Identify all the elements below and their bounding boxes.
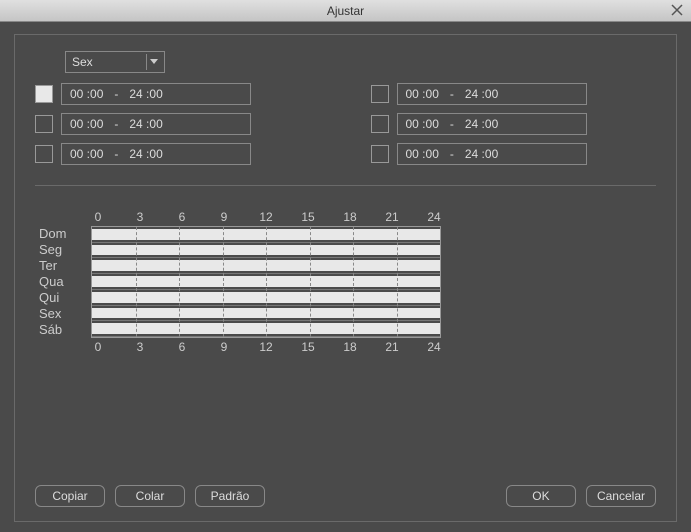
period-checkbox-4[interactable]: [371, 115, 389, 133]
period-time-4[interactable]: 00 :00 - 24 :00: [397, 113, 587, 135]
period-start: 00 :00: [406, 147, 439, 161]
tick: 12: [259, 210, 273, 224]
period-start: 00 :00: [70, 87, 103, 101]
ok-button[interactable]: OK: [506, 485, 576, 507]
period-checkbox-3[interactable]: [35, 115, 53, 133]
tick: 21: [385, 210, 399, 224]
period-checkbox-1[interactable]: [35, 85, 53, 103]
dash: -: [439, 147, 465, 161]
schedule-grid: [91, 226, 441, 338]
period-time-5[interactable]: 00 :00 - 24 :00: [61, 143, 251, 165]
period-checkbox-2[interactable]: [371, 85, 389, 103]
ticks-top: 0 3 6 9 12 15 18 21 24: [91, 210, 441, 224]
dash: -: [103, 147, 129, 161]
period-checkbox-5[interactable]: [35, 145, 53, 163]
chart-wrap: 0 3 6 9 12 15 18 21 24: [91, 210, 441, 356]
close-icon[interactable]: [669, 2, 685, 18]
gridline: [310, 227, 311, 337]
gridline: [179, 227, 180, 337]
day-label: Sáb: [39, 322, 83, 338]
gridline: [266, 227, 267, 337]
period-time-6[interactable]: 00 :00 - 24 :00: [397, 143, 587, 165]
tick: 15: [301, 340, 315, 354]
footer: Copiar Colar Padrão OK Cancelar: [35, 471, 656, 507]
day-label: Seg: [39, 242, 83, 258]
dash: -: [103, 87, 129, 101]
tick: 21: [385, 340, 399, 354]
periods-grid: 00 :00 - 24 :00 00 :00 - 24 :00: [35, 83, 656, 165]
tick: 6: [175, 210, 189, 224]
gridline: [397, 227, 398, 337]
day-labels: Dom Seg Ter Qua Qui Sex Sáb: [39, 210, 83, 356]
day-select[interactable]: Sex: [65, 51, 165, 73]
paste-button[interactable]: Colar: [115, 485, 185, 507]
tick: 6: [175, 340, 189, 354]
gridline: [136, 227, 137, 337]
day-select-value: Sex: [72, 55, 93, 69]
period-row-4: 00 :00 - 24 :00: [371, 113, 657, 135]
period-row-6: 00 :00 - 24 :00: [371, 143, 657, 165]
period-end: 24 :00: [465, 147, 498, 161]
period-row-2: 00 :00 - 24 :00: [371, 83, 657, 105]
period-time-3[interactable]: 00 :00 - 24 :00: [61, 113, 251, 135]
tick: 9: [217, 210, 231, 224]
period-end: 24 :00: [129, 87, 162, 101]
day-label: Qui: [39, 290, 83, 306]
day-label: Ter: [39, 258, 83, 274]
period-end: 24 :00: [129, 117, 162, 131]
dash: -: [103, 117, 129, 131]
tick: 3: [133, 210, 147, 224]
inner-panel: Sex 00 :00 - 24 :00: [14, 34, 677, 522]
window-title: Ajustar: [327, 4, 364, 18]
period-end: 24 :00: [129, 147, 162, 161]
ticks-bottom: 0 3 6 9 12 15 18 21 24: [91, 340, 441, 354]
copy-button[interactable]: Copiar: [35, 485, 105, 507]
period-start: 00 :00: [70, 147, 103, 161]
day-label: Qua: [39, 274, 83, 290]
tick: 0: [91, 210, 105, 224]
tick: 24: [427, 210, 441, 224]
period-row-5: 00 :00 - 24 :00: [35, 143, 321, 165]
tick: 3: [133, 340, 147, 354]
schedule-chart: Dom Seg Ter Qua Qui Sex Sáb 0 3 6 9 12: [35, 210, 656, 356]
tick: 15: [301, 210, 315, 224]
content: Sex 00 :00 - 24 :00: [0, 22, 691, 532]
period-end: 24 :00: [465, 87, 498, 101]
tick: 9: [217, 340, 231, 354]
window: Ajustar Sex 00 :00 - 24 :00: [0, 0, 691, 532]
tick: 0: [91, 340, 105, 354]
chevron-down-icon: [146, 54, 160, 70]
gridline: [223, 227, 224, 337]
period-time-1[interactable]: 00 :00 - 24 :00: [61, 83, 251, 105]
cancel-button[interactable]: Cancelar: [586, 485, 656, 507]
period-start: 00 :00: [406, 117, 439, 131]
period-row-3: 00 :00 - 24 :00: [35, 113, 321, 135]
period-row-1: 00 :00 - 24 :00: [35, 83, 321, 105]
tick: 18: [343, 210, 357, 224]
titlebar: Ajustar: [0, 0, 691, 22]
tick: 18: [343, 340, 357, 354]
period-start: 00 :00: [406, 87, 439, 101]
tick: 12: [259, 340, 273, 354]
day-label: Sex: [39, 306, 83, 322]
period-start: 00 :00: [70, 117, 103, 131]
gridline: [353, 227, 354, 337]
dash: -: [439, 87, 465, 101]
day-label: Dom: [39, 226, 83, 242]
default-button[interactable]: Padrão: [195, 485, 265, 507]
tick: 24: [427, 340, 441, 354]
period-end: 24 :00: [465, 117, 498, 131]
period-checkbox-6[interactable]: [371, 145, 389, 163]
divider: [35, 185, 656, 186]
dash: -: [439, 117, 465, 131]
period-time-2[interactable]: 00 :00 - 24 :00: [397, 83, 587, 105]
